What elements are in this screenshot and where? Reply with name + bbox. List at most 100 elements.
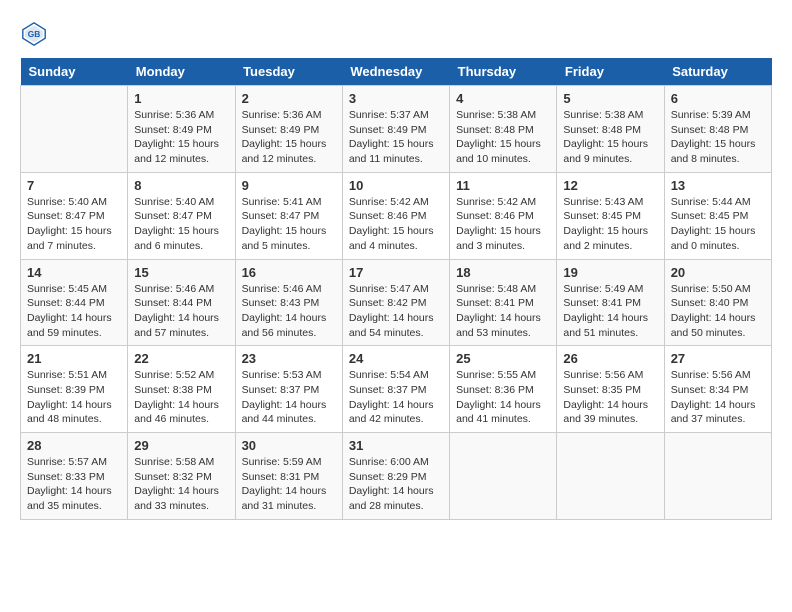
daylight: Daylight: 15 hours and 5 minutes. [242,224,336,253]
logo-icon: GB [20,20,48,48]
day-info: Sunrise: 5:55 AM Sunset: 8:36 PM Dayligh… [456,368,550,427]
sunrise: Sunrise: 5:42 AM [456,195,550,210]
calendar-cell: 19 Sunrise: 5:49 AM Sunset: 8:41 PM Dayl… [557,259,664,346]
day-number: 4 [456,91,550,106]
day-number: 19 [563,265,657,280]
daylight: Daylight: 14 hours and 46 minutes. [134,398,228,427]
calendar-cell: 17 Sunrise: 5:47 AM Sunset: 8:42 PM Dayl… [342,259,449,346]
sunrise: Sunrise: 5:46 AM [134,282,228,297]
sunrise: Sunrise: 5:57 AM [27,455,121,470]
calendar-week-row: 1 Sunrise: 5:36 AM Sunset: 8:49 PM Dayli… [21,86,772,173]
day-info: Sunrise: 5:58 AM Sunset: 8:32 PM Dayligh… [134,455,228,514]
sunset: Sunset: 8:46 PM [456,209,550,224]
calendar-cell: 20 Sunrise: 5:50 AM Sunset: 8:40 PM Dayl… [664,259,771,346]
calendar-cell: 26 Sunrise: 5:56 AM Sunset: 8:35 PM Dayl… [557,346,664,433]
day-info: Sunrise: 5:40 AM Sunset: 8:47 PM Dayligh… [27,195,121,254]
calendar-cell: 28 Sunrise: 5:57 AM Sunset: 8:33 PM Dayl… [21,433,128,520]
day-info: Sunrise: 5:54 AM Sunset: 8:37 PM Dayligh… [349,368,443,427]
daylight: Daylight: 15 hours and 9 minutes. [563,137,657,166]
day-number: 17 [349,265,443,280]
sunset: Sunset: 8:46 PM [349,209,443,224]
sunrise: Sunrise: 5:49 AM [563,282,657,297]
daylight: Daylight: 14 hours and 44 minutes. [242,398,336,427]
daylight: Daylight: 14 hours and 35 minutes. [27,484,121,513]
sunrise: Sunrise: 5:58 AM [134,455,228,470]
sunset: Sunset: 8:45 PM [671,209,765,224]
calendar-cell: 11 Sunrise: 5:42 AM Sunset: 8:46 PM Dayl… [450,172,557,259]
day-info: Sunrise: 5:38 AM Sunset: 8:48 PM Dayligh… [456,108,550,167]
day-info: Sunrise: 5:46 AM Sunset: 8:43 PM Dayligh… [242,282,336,341]
day-info: Sunrise: 5:57 AM Sunset: 8:33 PM Dayligh… [27,455,121,514]
sunset: Sunset: 8:38 PM [134,383,228,398]
calendar-cell: 22 Sunrise: 5:52 AM Sunset: 8:38 PM Dayl… [128,346,235,433]
daylight: Daylight: 15 hours and 8 minutes. [671,137,765,166]
daylight: Daylight: 15 hours and 3 minutes. [456,224,550,253]
sunset: Sunset: 8:44 PM [134,296,228,311]
header-day-thursday: Thursday [450,58,557,86]
calendar-week-row: 28 Sunrise: 5:57 AM Sunset: 8:33 PM Dayl… [21,433,772,520]
sunrise: Sunrise: 5:50 AM [671,282,765,297]
sunset: Sunset: 8:47 PM [134,209,228,224]
calendar-cell: 14 Sunrise: 5:45 AM Sunset: 8:44 PM Dayl… [21,259,128,346]
sunset: Sunset: 8:42 PM [349,296,443,311]
sunset: Sunset: 8:48 PM [456,123,550,138]
day-info: Sunrise: 5:50 AM Sunset: 8:40 PM Dayligh… [671,282,765,341]
sunset: Sunset: 8:36 PM [456,383,550,398]
daylight: Daylight: 14 hours and 41 minutes. [456,398,550,427]
day-info: Sunrise: 5:48 AM Sunset: 8:41 PM Dayligh… [456,282,550,341]
calendar-cell [450,433,557,520]
sunrise: Sunrise: 5:56 AM [671,368,765,383]
sunset: Sunset: 8:31 PM [242,470,336,485]
calendar-cell: 8 Sunrise: 5:40 AM Sunset: 8:47 PM Dayli… [128,172,235,259]
calendar-week-row: 7 Sunrise: 5:40 AM Sunset: 8:47 PM Dayli… [21,172,772,259]
calendar-cell: 23 Sunrise: 5:53 AM Sunset: 8:37 PM Dayl… [235,346,342,433]
daylight: Daylight: 15 hours and 10 minutes. [456,137,550,166]
sunrise: Sunrise: 5:54 AM [349,368,443,383]
day-info: Sunrise: 5:36 AM Sunset: 8:49 PM Dayligh… [242,108,336,167]
sunrise: Sunrise: 5:39 AM [671,108,765,123]
sunset: Sunset: 8:39 PM [27,383,121,398]
calendar-cell: 1 Sunrise: 5:36 AM Sunset: 8:49 PM Dayli… [128,86,235,173]
day-number: 28 [27,438,121,453]
day-number: 23 [242,351,336,366]
logo: GB [20,20,52,48]
calendar-week-row: 14 Sunrise: 5:45 AM Sunset: 8:44 PM Dayl… [21,259,772,346]
sunset: Sunset: 8:33 PM [27,470,121,485]
daylight: Daylight: 15 hours and 7 minutes. [27,224,121,253]
day-info: Sunrise: 5:56 AM Sunset: 8:35 PM Dayligh… [563,368,657,427]
header-day-sunday: Sunday [21,58,128,86]
sunset: Sunset: 8:48 PM [563,123,657,138]
calendar-cell: 12 Sunrise: 5:43 AM Sunset: 8:45 PM Dayl… [557,172,664,259]
sunrise: Sunrise: 5:45 AM [27,282,121,297]
day-number: 22 [134,351,228,366]
calendar-cell: 16 Sunrise: 5:46 AM Sunset: 8:43 PM Dayl… [235,259,342,346]
calendar-cell: 25 Sunrise: 5:55 AM Sunset: 8:36 PM Dayl… [450,346,557,433]
sunset: Sunset: 8:47 PM [27,209,121,224]
sunset: Sunset: 8:35 PM [563,383,657,398]
calendar-cell [21,86,128,173]
sunrise: Sunrise: 5:51 AM [27,368,121,383]
sunrise: Sunrise: 5:55 AM [456,368,550,383]
day-info: Sunrise: 5:53 AM Sunset: 8:37 PM Dayligh… [242,368,336,427]
sunrise: Sunrise: 5:44 AM [671,195,765,210]
day-info: Sunrise: 5:56 AM Sunset: 8:34 PM Dayligh… [671,368,765,427]
day-number: 10 [349,178,443,193]
day-info: Sunrise: 5:47 AM Sunset: 8:42 PM Dayligh… [349,282,443,341]
sunset: Sunset: 8:40 PM [671,296,765,311]
day-number: 29 [134,438,228,453]
calendar-header-row: SundayMondayTuesdayWednesdayThursdayFrid… [21,58,772,86]
sunrise: Sunrise: 5:53 AM [242,368,336,383]
daylight: Daylight: 15 hours and 11 minutes. [349,137,443,166]
day-info: Sunrise: 5:39 AM Sunset: 8:48 PM Dayligh… [671,108,765,167]
calendar-cell: 5 Sunrise: 5:38 AM Sunset: 8:48 PM Dayli… [557,86,664,173]
sunrise: Sunrise: 6:00 AM [349,455,443,470]
calendar-cell: 10 Sunrise: 5:42 AM Sunset: 8:46 PM Dayl… [342,172,449,259]
sunrise: Sunrise: 5:40 AM [27,195,121,210]
day-info: Sunrise: 6:00 AM Sunset: 8:29 PM Dayligh… [349,455,443,514]
daylight: Daylight: 14 hours and 48 minutes. [27,398,121,427]
sunrise: Sunrise: 5:47 AM [349,282,443,297]
day-info: Sunrise: 5:52 AM Sunset: 8:38 PM Dayligh… [134,368,228,427]
sunrise: Sunrise: 5:48 AM [456,282,550,297]
sunset: Sunset: 8:48 PM [671,123,765,138]
daylight: Daylight: 15 hours and 12 minutes. [242,137,336,166]
